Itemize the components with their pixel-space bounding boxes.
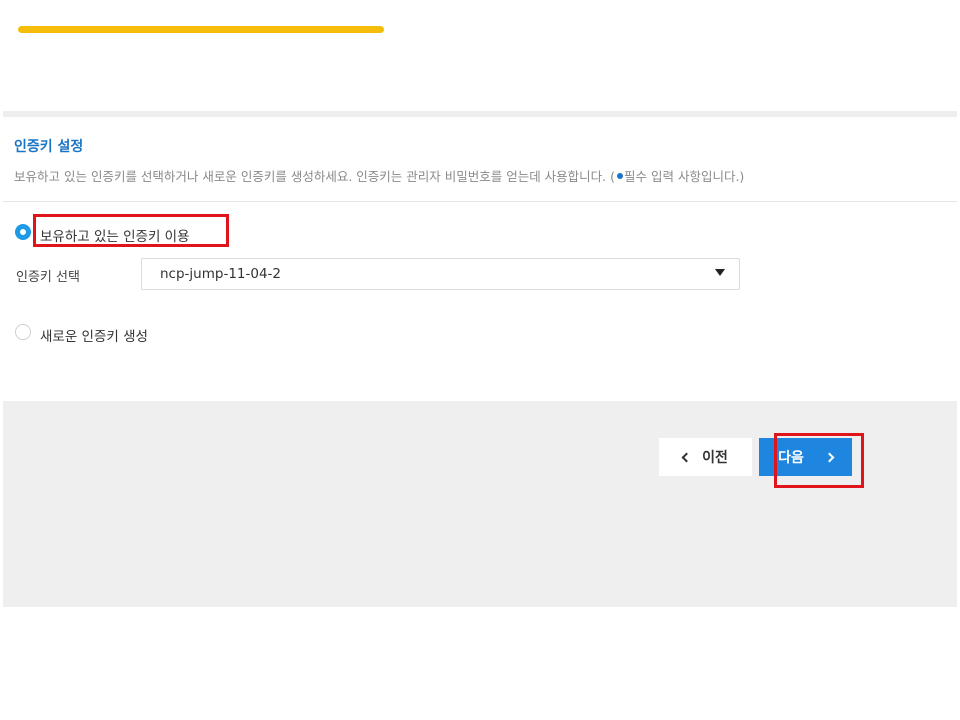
key-select-dropdown[interactable]: ncp-jump-11-04-2 [141,258,740,290]
progress-bar [18,26,384,33]
highlight-box-next-button [774,433,864,488]
required-dot-icon [617,173,624,179]
radio-new-key-label[interactable]: 새로운 인증키 생성 [40,325,148,345]
prev-button-label: 이전 [702,450,728,466]
key-select-label: 인증키 선택 [16,270,80,285]
description-text: 보유하고 있는 인증키를 선택하거나 새로운 인증키를 생성하세요. 인증키는 … [14,169,616,184]
radio-new-key[interactable] [15,324,31,340]
highlight-box-existing-key [33,214,229,247]
key-select-value: ncp-jump-11-04-2 [160,266,282,282]
footer-panel [3,401,957,607]
section-title: 인증키 설정 [14,139,84,155]
section-description: 보유하고 있는 인증키를 선택하거나 새로운 인증키를 생성하세요. 인증키는 … [14,166,744,185]
caret-down-icon [715,269,725,276]
radio-existing-key[interactable] [15,224,31,240]
prev-button[interactable]: 이전 [659,438,752,476]
chevron-left-icon [681,452,692,462]
required-note: 필수 입력 사항입니다.) [624,169,745,184]
section-divider [3,201,957,202]
top-divider [3,111,957,117]
